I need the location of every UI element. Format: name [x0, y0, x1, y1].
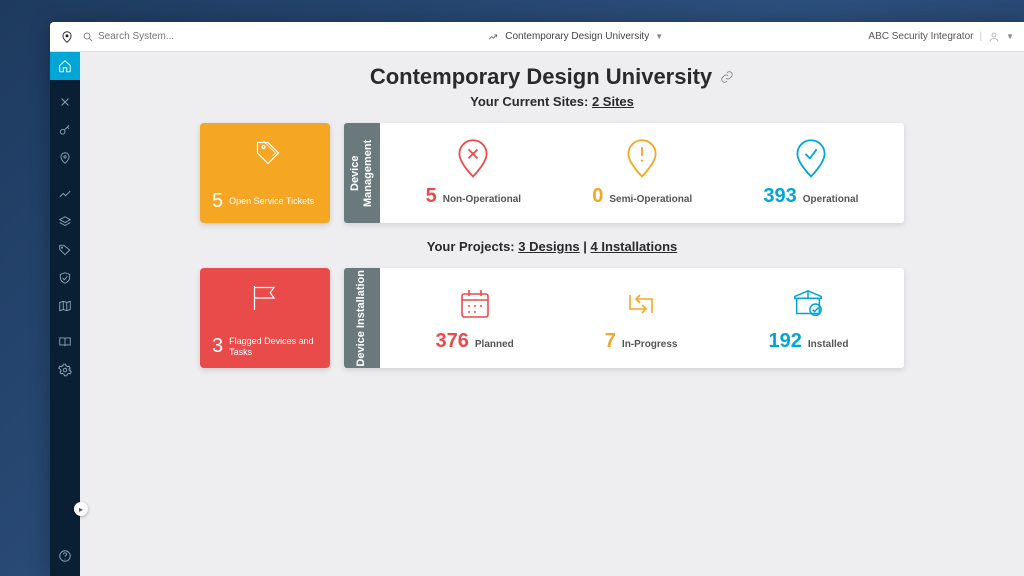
chevron-down-icon: ▼ [655, 32, 663, 41]
sites-prefix: Your Current Sites: [470, 94, 592, 109]
tile-label: Flagged Devices and Tasks [229, 336, 318, 358]
search-wrap [82, 31, 282, 43]
stat-semi-operational[interactable]: 0 Semi-Operational [592, 139, 692, 208]
tile-label: Open Service Tickets [229, 196, 314, 207]
user-icon[interactable] [988, 31, 1000, 43]
row-device-installation: 3 Flagged Devices and Tasks Device Insta… [100, 268, 1004, 368]
top-right: ABC Security Integrator | ▼ [868, 31, 1014, 43]
stat-num: 5 [426, 185, 437, 208]
pin-alert-icon [625, 138, 659, 179]
stat-num: 7 [605, 330, 616, 353]
designs-link[interactable]: 3 Designs [518, 239, 579, 254]
box-check-icon [791, 287, 825, 319]
pin-x-icon [456, 138, 490, 179]
sites-subtitle: Your Current Sites: 2 Sites [100, 94, 1004, 109]
stat-label: Operational [803, 194, 859, 205]
nav-location[interactable] [50, 144, 80, 172]
cycle-icon [624, 287, 658, 321]
stat-in-progress[interactable]: 7 In-Progress [605, 284, 678, 353]
panel-device-management: Device Management 5 Non-Operational 0 Semi… [344, 123, 904, 223]
calendar-icon [458, 287, 492, 321]
stat-non-operational[interactable]: 5 Non-Operational [426, 139, 521, 208]
main-content: Contemporary Design University Your Curr… [80, 52, 1024, 576]
link-icon[interactable] [720, 70, 734, 84]
stat-label: Installed [808, 339, 849, 350]
brand-logo[interactable] [60, 30, 74, 44]
stat-num: 393 [763, 185, 796, 208]
pin-check-icon [794, 138, 828, 179]
search-input[interactable] [98, 31, 248, 42]
chart-icon [487, 32, 499, 42]
divider: | [979, 31, 982, 42]
left-nav-rail [50, 52, 80, 576]
stat-operational[interactable]: 393 Operational [763, 139, 858, 208]
tile-count: 3 [212, 335, 223, 358]
nav-book[interactable] [50, 328, 80, 356]
nav-layers[interactable] [50, 208, 80, 236]
panel-device-installation: Device Installation 376 Planned 7 In-Progr… [344, 268, 904, 368]
nav-map[interactable] [50, 292, 80, 320]
context-switcher[interactable]: Contemporary Design University ▼ [282, 31, 868, 42]
stat-num: 192 [769, 330, 802, 353]
tags-icon [247, 137, 283, 169]
stat-label: Semi-Operational [609, 194, 692, 205]
nav-home[interactable] [50, 52, 80, 80]
stat-label: Planned [475, 339, 514, 350]
installations-link[interactable]: 4 Installations [591, 239, 678, 254]
stat-num: 0 [592, 185, 603, 208]
sites-link[interactable]: 2 Sites [592, 94, 634, 109]
panel-tab-label: Device Installation [344, 268, 380, 368]
stat-installed[interactable]: 192 Installed [769, 284, 849, 353]
stat-label: In-Progress [622, 339, 678, 350]
tile-flagged-devices[interactable]: 3 Flagged Devices and Tasks [200, 268, 330, 368]
nav-shield[interactable] [50, 264, 80, 292]
search-icon [82, 31, 94, 43]
nav-key[interactable] [50, 116, 80, 144]
panel-tab-label: Device Management [344, 123, 380, 223]
page-title: Contemporary Design University [100, 64, 1004, 90]
nav-gear[interactable] [50, 356, 80, 384]
flag-icon [247, 282, 283, 314]
tile-count: 5 [212, 190, 223, 213]
tile-open-service-tickets[interactable]: 5 Open Service Tickets [200, 123, 330, 223]
row-device-management: 5 Open Service Tickets Device Management… [100, 123, 1004, 223]
nav-tools[interactable] [50, 88, 80, 116]
projects-subtitle: Your Projects: 3 Designs | 4 Installatio… [100, 239, 1004, 254]
nav-analytics[interactable] [50, 180, 80, 208]
context-label: Contemporary Design University [505, 31, 649, 42]
nav-help[interactable] [50, 542, 80, 570]
company-name[interactable]: ABC Security Integrator [868, 31, 973, 42]
stat-planned[interactable]: 376 Planned [436, 284, 514, 353]
page-title-text: Contemporary Design University [370, 64, 712, 90]
top-bar: Contemporary Design University ▼ ABC Sec… [50, 22, 1024, 52]
stat-label: Non-Operational [443, 194, 521, 205]
nav-tags[interactable] [50, 236, 80, 264]
chevron-down-icon[interactable]: ▼ [1006, 32, 1014, 41]
stat-num: 376 [436, 330, 469, 353]
projects-prefix: Your Projects: [427, 239, 519, 254]
